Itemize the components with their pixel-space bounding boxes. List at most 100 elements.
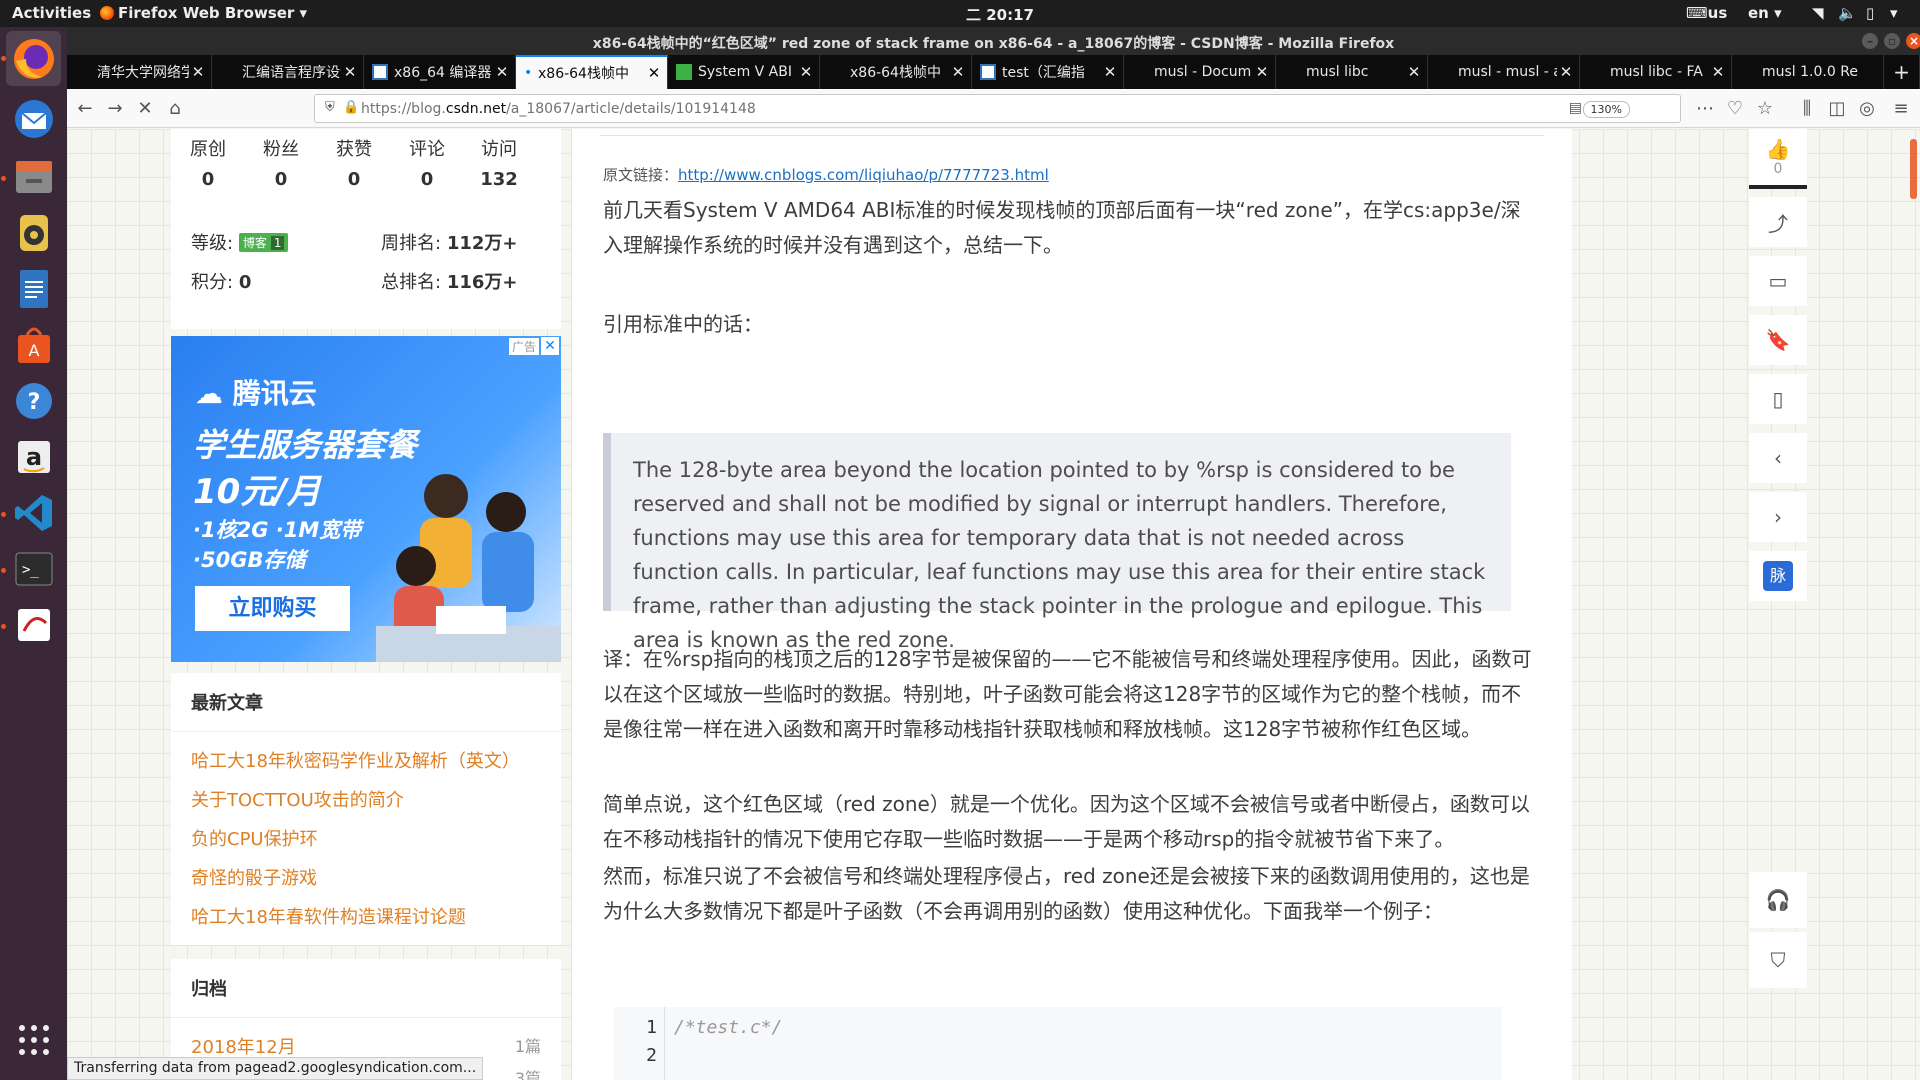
- clock[interactable]: 二 20:17: [966, 4, 1034, 25]
- tab[interactable]: musl 1.0.0 Re: [1732, 55, 1884, 89]
- next-article-button[interactable]: ›: [1749, 492, 1807, 542]
- window-titlebar[interactable]: x86-64栈帧中的“红色区域” red zone of stack frame…: [67, 27, 1920, 55]
- keyboard-indicator[interactable]: ⌨us: [1686, 4, 1727, 22]
- archive-month-link[interactable]: 2018年12月 1篇: [191, 1033, 541, 1059]
- close-tab-icon[interactable]: ✕: [189, 63, 207, 81]
- dock-terminal[interactable]: >_: [6, 541, 61, 596]
- tab[interactable]: musl - musl - an i✕: [1428, 55, 1580, 89]
- app-menu[interactable]: Firefox Web Browser ▾: [100, 4, 307, 22]
- like-button[interactable]: 👍 0: [1749, 129, 1807, 189]
- battery-icon[interactable]: ▯: [1866, 4, 1874, 22]
- close-window-button[interactable]: ×: [1906, 33, 1920, 49]
- share-button[interactable]: ⤴: [1749, 197, 1807, 247]
- stat-fans[interactable]: 粉丝 0: [249, 135, 313, 190]
- zoom-indicator[interactable]: 130%: [1582, 101, 1630, 118]
- close-tab-icon[interactable]: ✕: [949, 63, 967, 81]
- close-tab-icon[interactable]: ✕: [1405, 63, 1423, 81]
- tab[interactable]: System V ABI ✕: [668, 55, 820, 89]
- tracking-shield-icon[interactable]: ⛨: [325, 100, 335, 115]
- system-menu-icon[interactable]: ▾: [1890, 4, 1898, 22]
- stat-visits[interactable]: 访问 132: [467, 135, 531, 190]
- close-tab-icon[interactable]: ✕: [493, 63, 511, 81]
- previous-article-button[interactable]: ‹: [1749, 433, 1807, 483]
- tab[interactable]: musl libc ✕: [1276, 55, 1428, 89]
- level-badge[interactable]: 博客 1: [238, 233, 289, 252]
- stop-loading-icon[interactable]: ✕: [133, 97, 157, 121]
- stat-value: 0: [274, 169, 288, 190]
- dock-software-center[interactable]: A: [6, 317, 61, 372]
- tab[interactable]: test（汇编指 ✕: [972, 55, 1124, 89]
- close-tab-icon[interactable]: ✕: [341, 63, 359, 81]
- forward-arrow-icon[interactable]: →: [103, 97, 127, 121]
- dock-vscode[interactable]: [6, 485, 61, 540]
- report-button[interactable]: ⛉: [1749, 932, 1807, 988]
- page-scrollbar-thumb[interactable]: [1910, 139, 1917, 199]
- maximize-button[interactable]: ▫: [1884, 33, 1900, 49]
- url-path: /a_18067/article/details/101914148: [506, 101, 756, 117]
- tab[interactable]: x86-64栈帧中 ✕: [820, 55, 972, 89]
- ad-feature: ·50GB存储: [193, 548, 306, 572]
- tab[interactable]: 清华大学网络学堂✕: [67, 55, 212, 89]
- close-tab-icon[interactable]: ✕: [1253, 63, 1271, 81]
- close-tab-icon[interactable]: ✕: [1709, 63, 1727, 81]
- minimize-button[interactable]: –: [1862, 33, 1878, 49]
- dock-amazon[interactable]: a: [6, 429, 61, 484]
- tab-active[interactable]: • x86-64栈帧中 ✕: [516, 55, 668, 89]
- tencent-cloud-ad[interactable]: 广告 ✕ ☁ 腾讯云 学生服务器套餐 10元/月 ·1核2G ·1M宽带 ·50…: [171, 336, 561, 662]
- code-block[interactable]: 1 2 /*test.c*/: [614, 1007, 1502, 1080]
- pocket-icon[interactable]: ♡: [1723, 97, 1747, 121]
- language-indicator[interactable]: en ▾: [1748, 4, 1782, 22]
- reader-view-icon[interactable]: ▤: [1569, 100, 1582, 116]
- stat-likes[interactable]: 获赞 0: [322, 135, 386, 190]
- tab[interactable]: 汇编语言程序设计✕: [212, 55, 364, 89]
- comment-button[interactable]: ▭: [1749, 256, 1807, 306]
- latest-article-link[interactable]: 奇怪的骰子游戏: [191, 864, 317, 890]
- page-icon: [220, 64, 236, 80]
- sidebar-toggle-icon[interactable]: ◫: [1825, 97, 1849, 121]
- activities-button[interactable]: Activities: [12, 4, 91, 22]
- bookmark-button[interactable]: 🔖: [1749, 315, 1807, 365]
- mai-button[interactable]: 脉: [1749, 551, 1807, 601]
- ad-price: 10元/月: [193, 472, 321, 512]
- close-tab-icon[interactable]: ✕: [1557, 63, 1575, 81]
- customer-service-button[interactable]: 🎧: [1749, 872, 1807, 928]
- address-bar[interactable]: ⛨ 🔒 https://blog.csdn.net/a_18067/articl…: [314, 94, 1681, 123]
- home-icon[interactable]: ⌂: [163, 97, 187, 121]
- lock-icon[interactable]: 🔒: [343, 100, 359, 115]
- stat-comments[interactable]: 评论 0: [395, 135, 459, 190]
- mobile-view-button[interactable]: ▯: [1749, 374, 1807, 424]
- close-tab-icon[interactable]: ✕: [797, 63, 815, 81]
- account-icon[interactable]: ◎: [1855, 97, 1879, 121]
- latest-article-link[interactable]: 关于TOCTTOU攻击的简介: [191, 786, 404, 812]
- tab[interactable]: x86_64 编译器 ✕: [364, 55, 516, 89]
- close-tab-icon[interactable]: ✕: [645, 64, 663, 82]
- latest-article-link[interactable]: 哈工大18年春软件构造课程讨论题: [191, 903, 466, 929]
- dock-thunderbird[interactable]: [6, 91, 61, 146]
- tab[interactable]: musl libc - FA ✕: [1580, 55, 1732, 89]
- volume-icon[interactable]: 🔈: [1838, 4, 1857, 22]
- page-actions-icon[interactable]: ⋯: [1693, 97, 1717, 121]
- dock-rhythmbox[interactable]: [6, 205, 61, 260]
- new-tab-button[interactable]: +: [1884, 55, 1920, 89]
- dock-writer[interactable]: [6, 261, 61, 316]
- latest-article-link[interactable]: 负的CPU保护环: [191, 825, 318, 851]
- wifi-icon[interactable]: ◥: [1812, 4, 1824, 22]
- dock-help[interactable]: ?: [6, 373, 61, 428]
- source-link[interactable]: http://www.cnblogs.com/liqiuhao/p/777772…: [678, 166, 1049, 184]
- show-applications-button[interactable]: [6, 1012, 61, 1067]
- dock-firefox[interactable]: [6, 31, 61, 86]
- back-arrow-icon[interactable]: ←: [73, 97, 97, 121]
- dock-files[interactable]: [6, 149, 61, 204]
- stat-original[interactable]: 原创 0: [176, 135, 240, 190]
- hamburger-menu-icon[interactable]: ≡: [1889, 97, 1913, 121]
- ad-buy-button[interactable]: 立即购买: [195, 586, 350, 631]
- bookmark-star-icon[interactable]: ☆: [1753, 97, 1777, 121]
- library-icon[interactable]: ⫼: [1795, 97, 1819, 121]
- ad-close-icon[interactable]: ✕: [541, 337, 559, 355]
- url-text[interactable]: https://blog.csdn.net/a_18067/article/de…: [361, 101, 756, 117]
- ad-brand: ☁ 腾讯云: [195, 372, 317, 412]
- close-tab-icon[interactable]: ✕: [1101, 63, 1119, 81]
- latest-article-link[interactable]: 哈工大18年秋密码学作业及解析（英文）: [191, 747, 520, 773]
- tab[interactable]: musl - Docum ✕: [1124, 55, 1276, 89]
- dock-texstudio[interactable]: [6, 597, 61, 652]
